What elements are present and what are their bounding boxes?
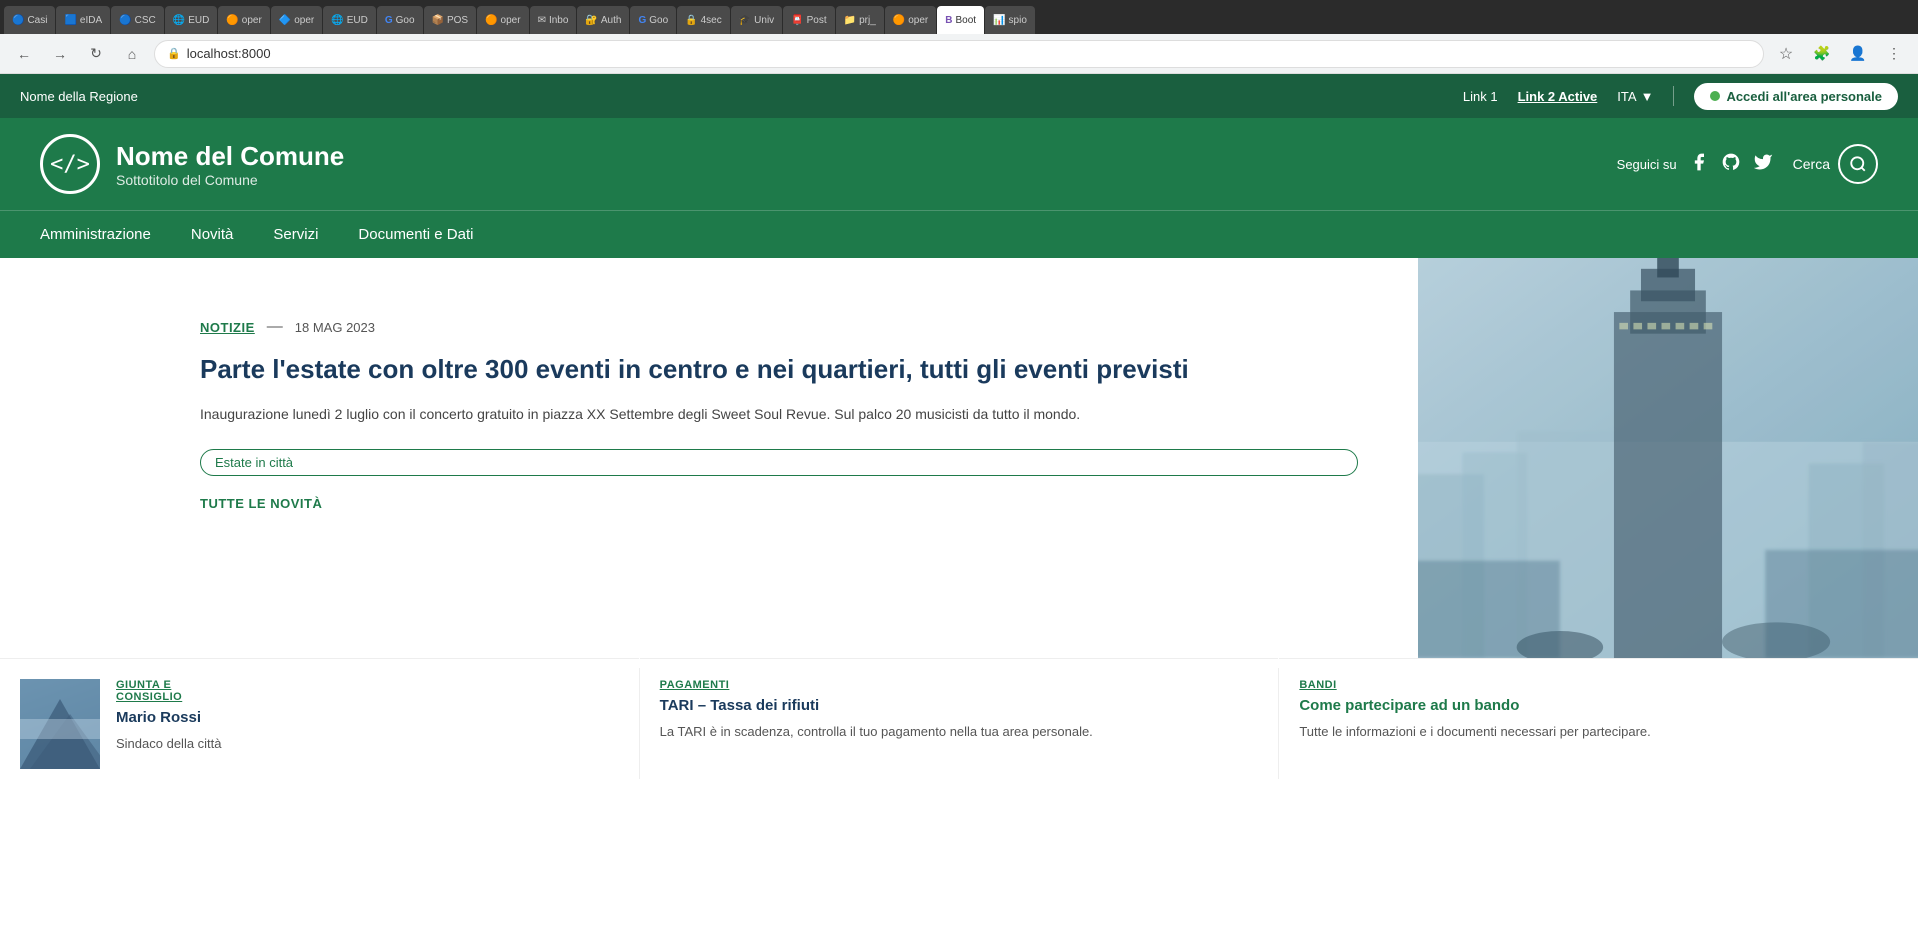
site-title[interactable]: Nome del Comune	[116, 141, 344, 172]
card-0: GIUNTA E CONSIGLIO Mario Rossi Sindaco d…	[0, 658, 639, 789]
tab-prj[interactable]: 📁prj_	[836, 6, 884, 34]
tab-eida[interactable]: 🟦eIDA	[56, 6, 110, 34]
address-text: localhost:8000	[187, 46, 271, 61]
card-image-0	[20, 679, 100, 769]
twitter-icon[interactable]	[1753, 152, 1773, 177]
search-area: Cerca	[1793, 144, 1878, 184]
tab-boot[interactable]: BBoot	[937, 6, 984, 34]
search-button[interactable]	[1838, 144, 1878, 184]
lang-label: ITA	[1617, 89, 1636, 104]
reload-button[interactable]: ↻	[82, 40, 110, 68]
header-right: Seguici su Cerca	[1617, 144, 1878, 184]
menu-button[interactable]: ⋮	[1880, 40, 1908, 68]
back-button[interactable]: ←	[10, 40, 38, 68]
card-content-0: GIUNTA E CONSIGLIO Mario Rossi Sindaco d…	[116, 679, 619, 769]
seguici-label: Seguici su	[1617, 157, 1677, 172]
logo-code: </>	[50, 152, 90, 177]
nav-bar: Amministrazione Novità Servizi Documenti…	[0, 210, 1918, 258]
hero-section: NOTIZIE — 18 MAG 2023 Parte l'estate con…	[0, 258, 1918, 658]
cards-section: GIUNTA E CONSIGLIO Mario Rossi Sindaco d…	[0, 658, 1918, 789]
site-logo[interactable]: </>	[40, 134, 100, 194]
card-category-2[interactable]: BANDI	[1299, 679, 1898, 691]
card-category-1[interactable]: PAGAMENTI	[660, 679, 1259, 691]
bookmark-button[interactable]: ☆	[1772, 40, 1800, 68]
region-name: Nome della Regione	[20, 89, 138, 104]
hero-category-row: NOTIZIE — 18 MAG 2023	[200, 318, 1358, 336]
hero-category-label[interactable]: NOTIZIE	[200, 320, 255, 335]
tab-spio[interactable]: 📊spio	[985, 6, 1035, 34]
tab-oper3[interactable]: 🟠oper	[477, 6, 528, 34]
hero-description: Inaugurazione lunedì 2 luglio con il con…	[200, 403, 1358, 425]
site-title-area: Nome del Comune Sottotitolo del Comune	[116, 141, 344, 188]
tab-oper2[interactable]: 🔷oper	[271, 6, 322, 34]
card-desc-2: Tutte le informazioni e i documenti nece…	[1299, 722, 1898, 742]
browser-toolbar: ← → ↻ ⌂ 🔒 localhost:8000 ☆ 🧩 👤 ⋮	[0, 34, 1918, 74]
login-label: Accedi all'area personale	[1726, 89, 1882, 104]
card-1: PAGAMENTI TARI – Tassa dei rifiuti La TA…	[640, 658, 1279, 789]
facebook-icon[interactable]	[1689, 152, 1709, 177]
card-2: BANDI Come partecipare ad un bando Tutte…	[1279, 658, 1918, 789]
lang-chevron-icon: ▼	[1641, 89, 1654, 104]
tab-inbo[interactable]: ✉Inbo	[530, 6, 577, 34]
tab-oper1[interactable]: 🟠oper	[218, 6, 269, 34]
extensions-button[interactable]: 🧩	[1808, 40, 1836, 68]
github-icon[interactable]	[1721, 152, 1741, 177]
divider	[1673, 86, 1674, 106]
home-button[interactable]: ⌂	[118, 40, 146, 68]
hero-title: Parte l'estate con oltre 300 eventi in c…	[200, 352, 1358, 387]
browser-tab-bar: 🔵Casi 🟦eIDA 🔵CSC 🌐EUD 🟠oper 🔷oper 🌐EUD G…	[0, 0, 1918, 34]
tab-univ[interactable]: 🎓Univ	[731, 6, 782, 34]
card-desc-1: La TARI è in scadenza, controlla il tuo …	[660, 722, 1259, 742]
address-bar[interactable]: 🔒 localhost:8000	[154, 40, 1764, 68]
content-area: NOTIZIE — 18 MAG 2023 Parte l'estate con…	[0, 258, 1918, 789]
main-header: </> Nome del Comune Sottotitolo del Comu…	[0, 118, 1918, 210]
tab-4sec[interactable]: 🔒4sec	[677, 6, 730, 34]
topbar-link2[interactable]: Link 2 Active	[1518, 89, 1598, 104]
card-desc-0: Sindaco della città	[116, 734, 619, 754]
tab-pos[interactable]: 📦POS	[424, 6, 477, 34]
search-label: Cerca	[1793, 156, 1830, 172]
login-button[interactable]: Accedi all'area personale	[1694, 83, 1898, 110]
hero-date: 18 MAG 2023	[295, 320, 375, 335]
social-area: Seguici su	[1617, 152, 1773, 177]
language-selector[interactable]: ITA ▼	[1617, 89, 1653, 104]
hero-image	[1418, 258, 1918, 658]
nav-servizi[interactable]: Servizi	[273, 212, 318, 257]
hero-tag[interactable]: Estate in città	[200, 449, 1358, 476]
card-content-2: BANDI Come partecipare ad un bando Tutte…	[1299, 679, 1898, 769]
card-category-0[interactable]: GIUNTA E CONSIGLIO	[116, 679, 619, 703]
profile-button[interactable]: 👤	[1844, 40, 1872, 68]
nav-documenti[interactable]: Documenti e Dati	[358, 212, 473, 257]
card-title-2[interactable]: Come partecipare ad un bando	[1299, 697, 1898, 714]
tab-csc[interactable]: 🔵CSC	[111, 6, 164, 34]
site-subtitle: Sottotitolo del Comune	[116, 172, 344, 188]
tab-casi[interactable]: 🔵Casi	[4, 6, 55, 34]
tab-oper4[interactable]: 🟠oper	[885, 6, 936, 34]
tab-post[interactable]: 📮Post	[783, 6, 834, 34]
forward-button[interactable]: →	[46, 40, 74, 68]
all-news-link[interactable]: TUTTE LE NOVITÀ	[200, 496, 1358, 511]
tab-auth[interactable]: 🔐Auth	[577, 6, 629, 34]
topbar-link1[interactable]: Link 1	[1463, 89, 1498, 104]
top-bar: Nome della Regione Link 1 Link 2 Active …	[0, 74, 1918, 118]
lock-icon: 🔒	[167, 47, 181, 60]
card-title-0[interactable]: Mario Rossi	[116, 709, 619, 726]
tab-eud1[interactable]: 🌐EUD	[165, 6, 218, 34]
tab-goo2[interactable]: GGoo	[630, 6, 676, 34]
card-title-1[interactable]: TARI – Tassa dei rifiuti	[660, 697, 1259, 714]
nav-novita[interactable]: Novità	[191, 212, 234, 257]
tab-eud2[interactable]: 🌐EUD	[323, 6, 376, 34]
tab-goo1[interactable]: GGoo	[377, 6, 423, 34]
hero-separator: —	[267, 318, 283, 336]
hero-text: NOTIZIE — 18 MAG 2023 Parte l'estate con…	[0, 258, 1418, 658]
logo-area: </> Nome del Comune Sottotitolo del Comu…	[40, 134, 344, 194]
status-dot	[1710, 91, 1720, 101]
nav-amministrazione[interactable]: Amministrazione	[40, 212, 151, 257]
card-content-1: PAGAMENTI TARI – Tassa dei rifiuti La TA…	[660, 679, 1259, 769]
